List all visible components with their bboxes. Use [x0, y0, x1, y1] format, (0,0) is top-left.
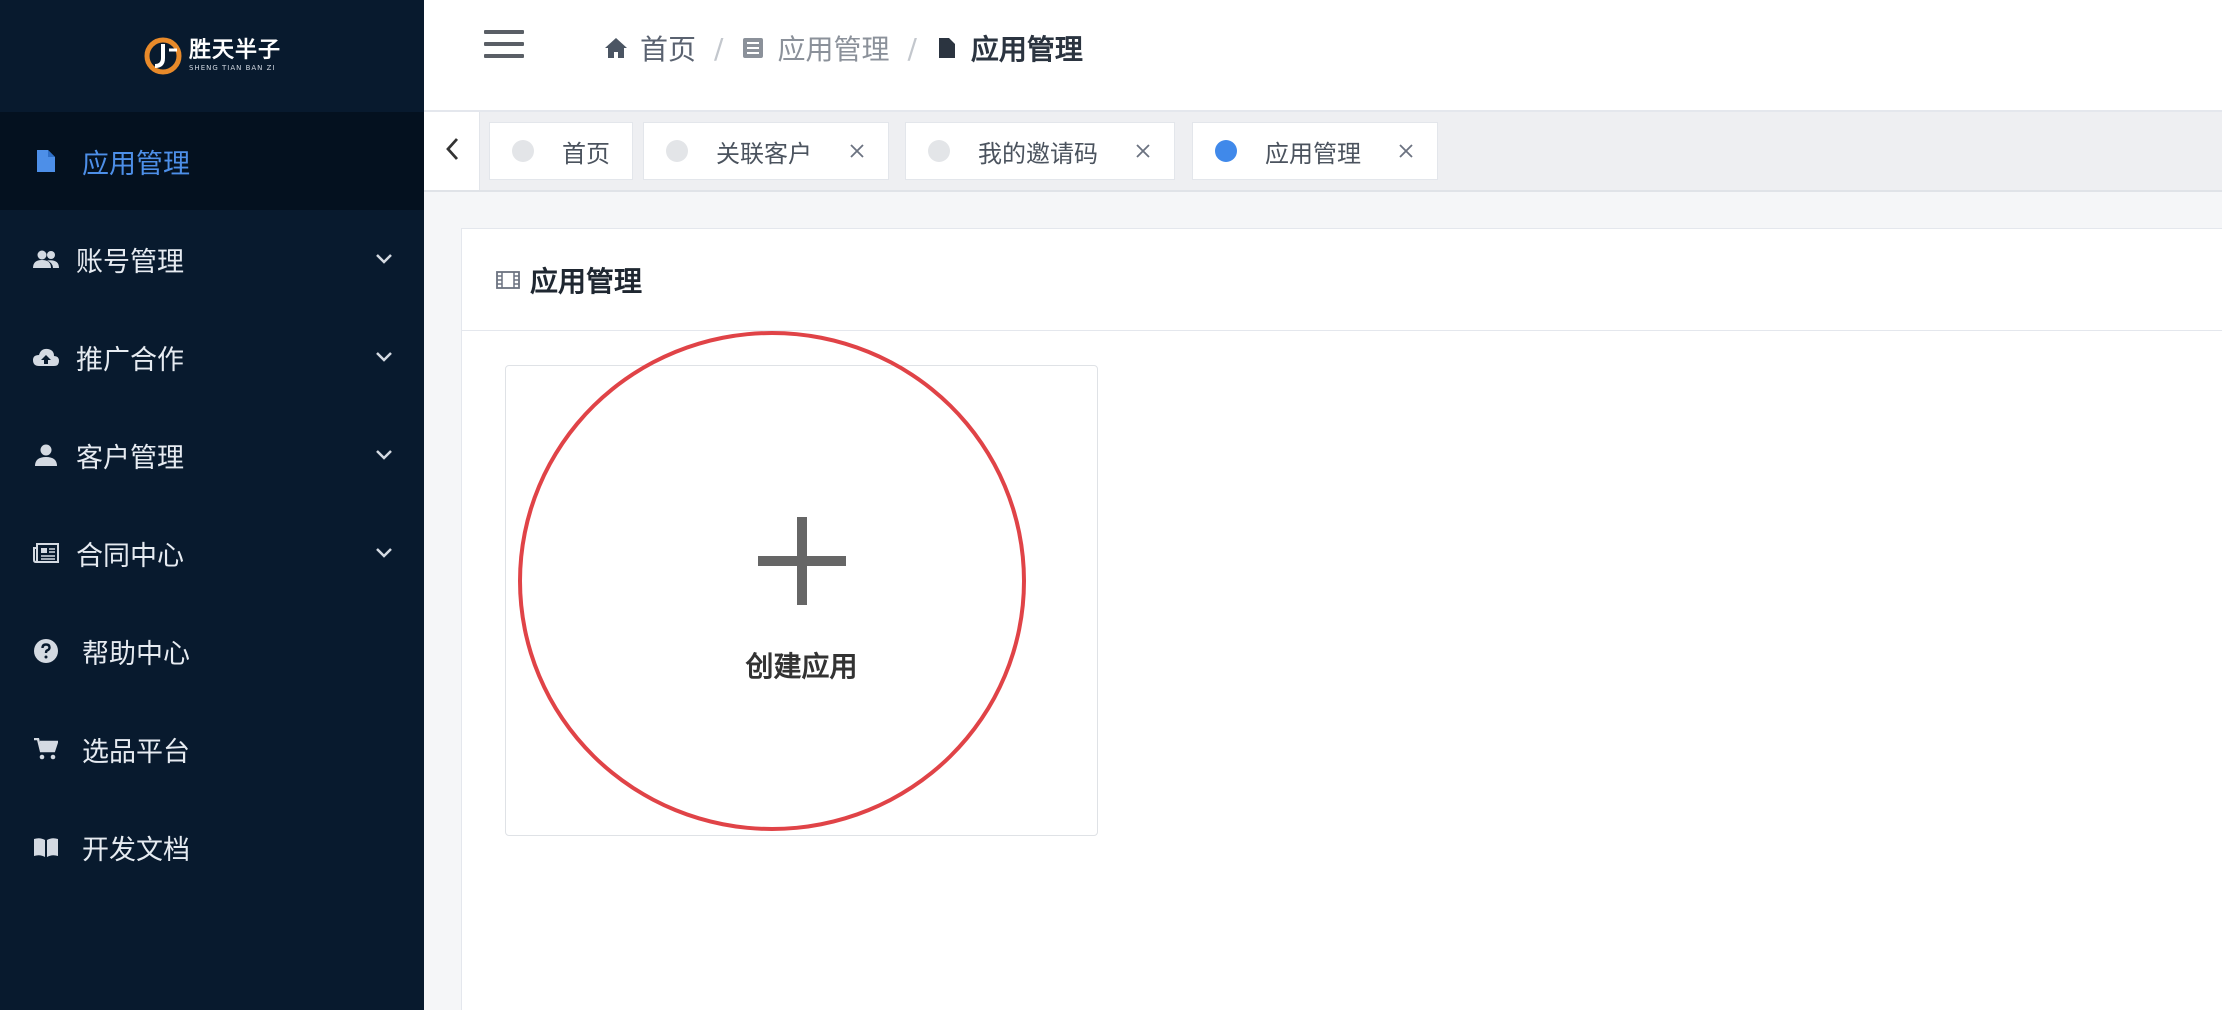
sidebar-item-contract-center[interactable]: 合同中心 — [0, 504, 424, 602]
tab-status-dot — [928, 140, 950, 162]
breadcrumb-separator: / — [714, 31, 724, 65]
breadcrumb-home[interactable]: 首页 — [604, 28, 696, 68]
breadcrumb-current-label: 应用管理 — [970, 33, 1083, 66]
breadcrumb-level1[interactable]: 应用管理 — [741, 28, 889, 68]
film-icon — [496, 268, 520, 292]
logo[interactable]: 胜天半子 SHENG TIAN BAN ZI — [143, 36, 281, 76]
logo-name: 胜天半子 — [188, 38, 281, 63]
tabs-bar: 首页 关联客户 我的邀请码 应用管理 — [424, 112, 2222, 192]
tab-status-dot — [512, 140, 534, 162]
tab-status-dot — [1215, 140, 1237, 162]
breadcrumb: 首页 / 应用管理 / 应用管理 — [604, 28, 1083, 68]
hamburger-menu-icon[interactable] — [484, 30, 524, 60]
sidebar-item-label: 合同中心 — [76, 540, 184, 572]
breadcrumb-level1-label: 应用管理 — [777, 33, 890, 66]
chevron-down-icon — [374, 249, 394, 269]
chevron-down-icon — [374, 445, 394, 465]
cloud-upload-icon — [32, 343, 60, 371]
sidebar-item-label: 推广合作 — [76, 344, 184, 376]
document-icon — [32, 147, 60, 175]
book-icon — [32, 833, 60, 861]
tab-home[interactable]: 首页 — [489, 122, 633, 180]
breadcrumb-current: 应用管理 — [935, 28, 1083, 68]
tab-label: 应用管理 — [1265, 139, 1361, 168]
sidebar-item-product-platform[interactable]: 选品平台 — [0, 700, 424, 798]
create-app-card[interactable]: 创建应用 — [505, 365, 1098, 836]
logo-area: 胜天半子 SHENG TIAN BAN ZI — [0, 0, 424, 112]
tab-linked-customers[interactable]: 关联客户 — [643, 122, 889, 180]
chevron-down-icon — [374, 543, 394, 563]
tabs-scroll-left-button[interactable] — [424, 112, 480, 190]
sidebar-item-label: 选品平台 — [82, 736, 190, 768]
create-app-label: 创建应用 — [745, 649, 858, 683]
sidebar-menu: 应用管理 账号管理 推广合作 客户管理 合同中心 帮助中心 选品平台 开发文档 — [0, 112, 424, 896]
sidebar-item-dev-docs[interactable]: 开发文档 — [0, 798, 424, 896]
logo-mark-icon — [143, 36, 183, 76]
tab-label: 我的邀请码 — [978, 139, 1098, 168]
newspaper-icon — [32, 539, 60, 567]
close-icon[interactable] — [1397, 142, 1415, 160]
panel-header: 应用管理 — [462, 229, 2222, 331]
question-circle-icon — [32, 637, 60, 665]
sidebar-item-label: 账号管理 — [76, 246, 184, 278]
breadcrumb-separator: / — [907, 31, 917, 65]
tab-my-invite-code[interactable]: 我的邀请码 — [905, 122, 1175, 180]
sidebar-item-label: 应用管理 — [82, 148, 190, 180]
close-icon[interactable] — [848, 142, 866, 160]
plus-icon — [757, 516, 846, 605]
breadcrumb-home-label: 首页 — [640, 33, 697, 66]
chevron-down-icon — [374, 347, 394, 367]
top-header: 首页 / 应用管理 / 应用管理 — [424, 0, 2222, 112]
sidebar-item-help-center[interactable]: 帮助中心 — [0, 602, 424, 700]
tab-status-dot — [666, 140, 688, 162]
user-icon — [32, 441, 60, 469]
sidebar-item-customer-management[interactable]: 客户管理 — [0, 406, 424, 504]
close-icon[interactable] — [1134, 142, 1152, 160]
sidebar-item-account-management[interactable]: 账号管理 — [0, 210, 424, 308]
home-icon — [604, 36, 628, 60]
sidebar-item-app-management[interactable]: 应用管理 — [0, 112, 424, 210]
sidebar-item-label: 客户管理 — [76, 442, 184, 474]
tab-label: 首页 — [562, 139, 610, 168]
logo-subtitle: SHENG TIAN BAN ZI — [188, 64, 276, 72]
cart-icon — [32, 735, 60, 763]
sidebar-item-promotion[interactable]: 推广合作 — [0, 308, 424, 406]
sidebar-item-label: 帮助中心 — [82, 638, 190, 670]
sidebar-item-label: 开发文档 — [82, 834, 190, 866]
panel-title: 应用管理 — [530, 264, 643, 298]
list-icon — [741, 36, 765, 60]
chevron-left-icon — [445, 137, 459, 165]
users-icon — [32, 245, 60, 273]
main-panel: 应用管理 创建应用 — [461, 228, 2222, 1010]
tab-label: 关联客户 — [716, 139, 812, 168]
sidebar: 胜天半子 SHENG TIAN BAN ZI 应用管理 账号管理 推广合作 客户… — [0, 0, 424, 1010]
document-icon — [935, 36, 959, 60]
tab-app-management[interactable]: 应用管理 — [1192, 122, 1438, 180]
